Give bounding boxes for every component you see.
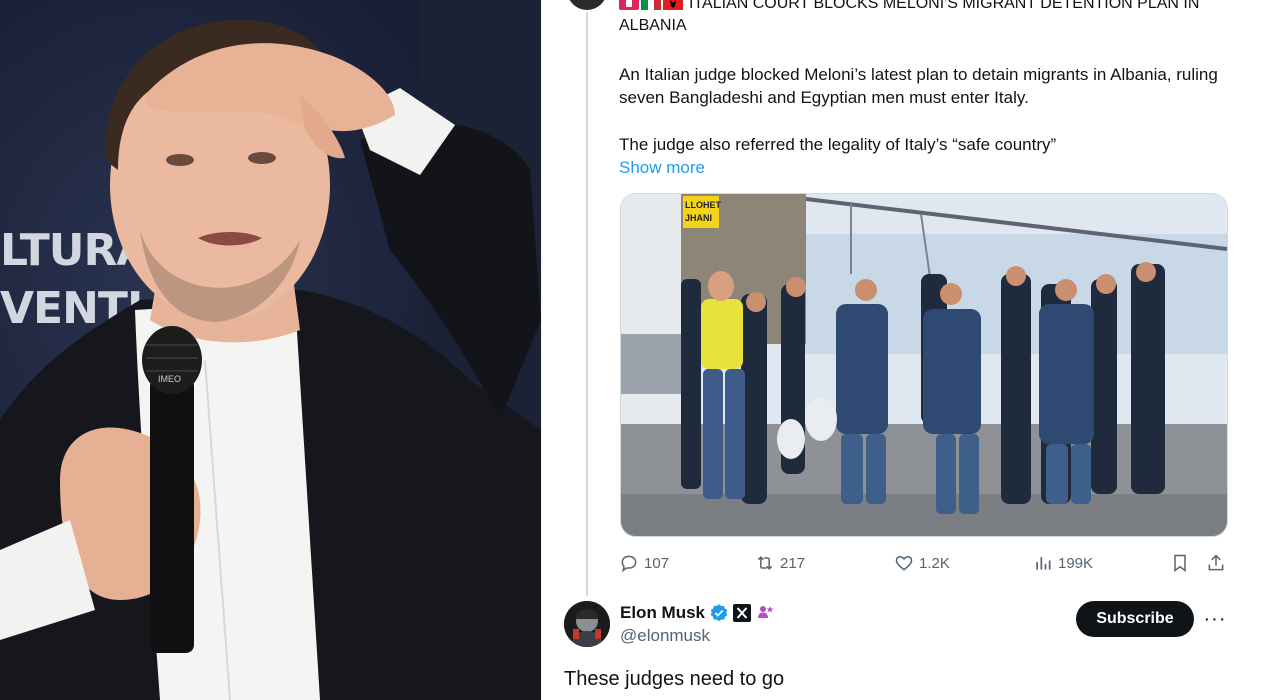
albania-flag-icon [663,0,683,11]
views-button[interactable]: 199K [1033,549,1093,577]
verified-badge-icon[interactable] [709,603,729,623]
post-headline-text: ITALIAN COURT BLOCKS MELONI'S MIGRANT DE… [619,0,1200,34]
quoted-author-avatar[interactable] [567,0,607,10]
view-count: 199K [1058,554,1094,572]
page-gutter [1245,0,1280,700]
reply-author-avatar[interactable] [564,601,610,647]
post-media-image[interactable]: LLOHET JHANI [620,193,1228,537]
reply-post-text: These judges need to go [564,668,785,690]
post-paragraph-2: The judge also referred the legality of … [619,135,1057,154]
speaker-photo: IMEO [0,0,541,700]
heart-icon [895,555,913,571]
tweet-thread: ITALIAN COURT BLOCKS MELONI'S MIGRANT DE… [541,0,1247,700]
reply-button[interactable]: 107 [619,549,669,577]
bookmark-icon [1174,554,1186,572]
reply-author-handle[interactable]: @elonmusk [620,626,710,646]
repost-icon [757,556,773,570]
reply-count: 107 [644,554,670,572]
like-button[interactable]: 1.2K [894,549,950,577]
italy-flag-icon [641,0,661,11]
media-sign-text-1: LLOHET [685,200,721,210]
reply-author-name[interactable]: Elon Musk [620,603,705,623]
photo-panel: LTURA VENTI IMEO [0,0,541,700]
post-headline: ITALIAN COURT BLOCKS MELONI'S MIGRANT DE… [619,0,1229,37]
post-action-bar: 107 217 1.2K 199K [619,549,1231,577]
reply-author-name-row: Elon Musk [620,601,776,625]
bookmark-button[interactable] [1170,549,1190,577]
like-count: 1.2K [919,554,950,572]
views-bar-chart-icon [1036,557,1051,570]
repost-count: 217 [780,554,806,572]
flag-emojis [619,0,685,15]
show-more-link[interactable]: Show more [619,156,705,179]
microphone-brand: IMEO [158,374,181,384]
reply-bubble-icon [621,555,637,573]
siren-icon [619,0,639,11]
repost-button[interactable]: 217 [755,549,805,577]
more-options-icon[interactable]: ··· [1202,606,1228,632]
media-sign-text-2: JHANI [685,213,712,223]
avatar-image [564,601,610,647]
x-logo-icon[interactable] [733,604,752,622]
share-button[interactable] [1206,549,1226,577]
post-paragraph-1: An Italian judge blocked Meloni’s latest… [619,65,1218,107]
subscribe-button[interactable]: Subscribe [1076,601,1194,637]
affiliate-badge-icon[interactable] [756,603,776,623]
media-photo-scene: LLOHET JHANI [621,194,1227,536]
share-upload-icon [1208,554,1224,571]
thread-connector-line [586,12,588,596]
